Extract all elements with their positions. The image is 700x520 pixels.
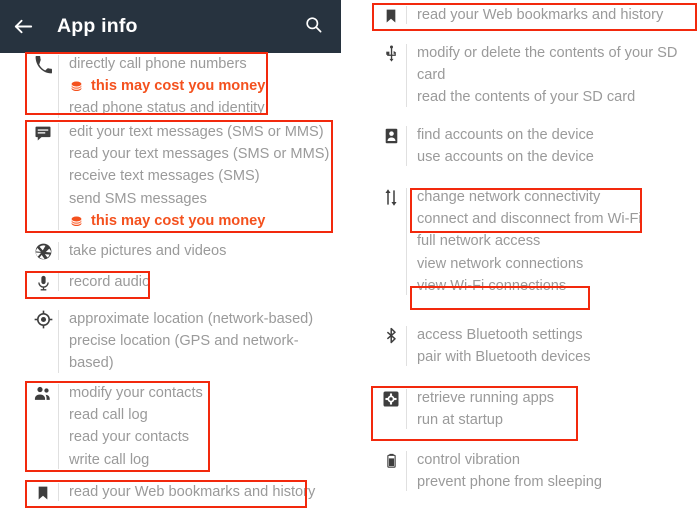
arrow-back-icon: [12, 15, 35, 38]
permission-group[interactable]: take pictures and videos: [28, 240, 226, 262]
running-apps-gear-icon: [376, 387, 406, 409]
permission-line: receive text messages (SMS): [69, 168, 260, 185]
permission-group[interactable]: modify your contacts read call log read yo…: [28, 382, 203, 471]
permission-line: record audio: [69, 274, 151, 290]
app-bar: App info: [0, 0, 341, 53]
bookmark-icon: [376, 4, 406, 26]
contacts-people-icon: [28, 382, 58, 404]
permission-line-list: directly call phone numbers this may cost…: [59, 53, 265, 120]
permission-group[interactable]: retrieve running apps run at startup: [376, 387, 554, 431]
app-info-screen: App info directly call phone numbers this…: [0, 0, 700, 520]
permission-line: write call log: [69, 451, 150, 468]
permission-line: connect and disconnect from Wi-Fi: [417, 211, 642, 228]
permission-group[interactable]: read your Web bookmarks and history: [28, 481, 315, 503]
usb-storage-icon: [376, 42, 406, 64]
permission-group[interactable]: read your Web bookmarks and history: [376, 4, 663, 26]
account-person-icon: [376, 124, 406, 146]
permission-line: modify or delete the contents of your SD…: [417, 45, 678, 84]
permission-line: read your text messages (SMS or MMS): [69, 146, 330, 163]
permission-line-list: modify your contacts read call log read yo…: [59, 382, 203, 471]
permission-group[interactable]: record audio: [28, 271, 150, 293]
permission-line-list: edit your text messages (SMS or MMS) read…: [59, 121, 329, 232]
permission-line: read call log: [69, 407, 148, 424]
permission-line-list: change network connectivity connect and d…: [407, 186, 642, 297]
permission-line-list: retrieve running apps run at startup: [407, 387, 554, 431]
bookmark-icon: [28, 481, 58, 503]
bluetooth-icon: [376, 324, 406, 346]
cost-warning-line: this may cost you money: [69, 75, 265, 97]
permission-line: retrieve running apps: [417, 390, 555, 406]
permission-group[interactable]: modify or delete the contents of your SD…: [376, 42, 700, 109]
permission-line: read your contacts: [69, 429, 190, 446]
permission-line: edit your text messages (SMS or MMS): [69, 124, 324, 140]
permission-line: access Bluetooth settings: [417, 327, 583, 343]
permission-line-list: control vibration prevent phone from slee…: [407, 449, 602, 493]
permission-line: take pictures and videos: [69, 243, 227, 259]
permission-line-list: take pictures and videos: [59, 240, 226, 262]
back-button[interactable]: [0, 0, 46, 53]
permission-line-list: modify or delete the contents of your SD…: [407, 42, 700, 109]
permission-group[interactable]: control vibration prevent phone from slee…: [376, 449, 602, 493]
microphone-icon: [28, 271, 58, 293]
permission-line-list: record audio: [59, 271, 150, 293]
sms-message-icon: [28, 121, 58, 143]
permission-line: read your Web bookmarks and history: [417, 7, 664, 23]
permission-line: read your Web bookmarks and history: [69, 484, 316, 500]
permission-line-list: read your Web bookmarks and history: [59, 481, 315, 503]
permission-line: read phone status and identity: [69, 100, 265, 117]
cost-warning-text: this may cost you money: [91, 212, 266, 229]
page-title: App info: [57, 15, 138, 37]
permission-line: send SMS messages: [69, 190, 207, 207]
permission-line: pair with Bluetooth devices: [417, 349, 591, 366]
permission-line: directly call phone numbers: [69, 56, 247, 72]
permission-line: approximate location (network-based): [69, 311, 314, 327]
permission-line: precise location (GPS and network-based): [69, 333, 299, 372]
camera-shutter-icon: [28, 240, 58, 262]
network-updown-icon: [376, 186, 406, 208]
permission-line-list: approximate location (network-based) prec…: [59, 308, 313, 375]
permission-line: run at startup: [417, 412, 503, 429]
location-target-icon: [28, 308, 58, 330]
coins-icon: [69, 79, 84, 93]
permission-line: use accounts on the device: [417, 149, 594, 166]
permission-line: view network connections: [417, 255, 584, 272]
permission-group[interactable]: directly call phone numbers this may cost…: [28, 53, 265, 120]
cost-warning-text: this may cost you money: [91, 78, 266, 95]
permission-line-list: find accounts on the device use accounts …: [407, 124, 594, 168]
permission-line: change network connectivity: [417, 189, 601, 205]
permission-line: control vibration: [417, 452, 521, 468]
permission-line: full network access: [417, 233, 541, 250]
phone-icon: [28, 53, 58, 75]
permission-line-list: read your Web bookmarks and history: [407, 4, 663, 26]
battery-icon: [376, 449, 406, 471]
permission-line: read the contents of your SD card: [417, 89, 636, 106]
permission-line: view Wi-Fi connections: [417, 277, 567, 294]
permission-group[interactable]: change network connectivity connect and d…: [376, 186, 642, 297]
search-icon: [304, 15, 323, 39]
permission-group[interactable]: find accounts on the device use accounts …: [376, 124, 594, 168]
permission-line: modify your contacts: [69, 385, 203, 401]
permission-group[interactable]: edit your text messages (SMS or MMS) read…: [28, 121, 329, 232]
permission-line: find accounts on the device: [417, 127, 594, 143]
search-button[interactable]: [294, 0, 332, 53]
coins-icon: [69, 214, 84, 228]
permission-line-list: access Bluetooth settings pair with Bluet…: [407, 324, 591, 368]
permission-group[interactable]: approximate location (network-based) prec…: [28, 308, 313, 375]
permission-line: prevent phone from sleeping: [417, 474, 602, 491]
cost-warning-line: this may cost you money: [69, 210, 329, 232]
permission-group[interactable]: access Bluetooth settings pair with Bluet…: [376, 324, 591, 368]
